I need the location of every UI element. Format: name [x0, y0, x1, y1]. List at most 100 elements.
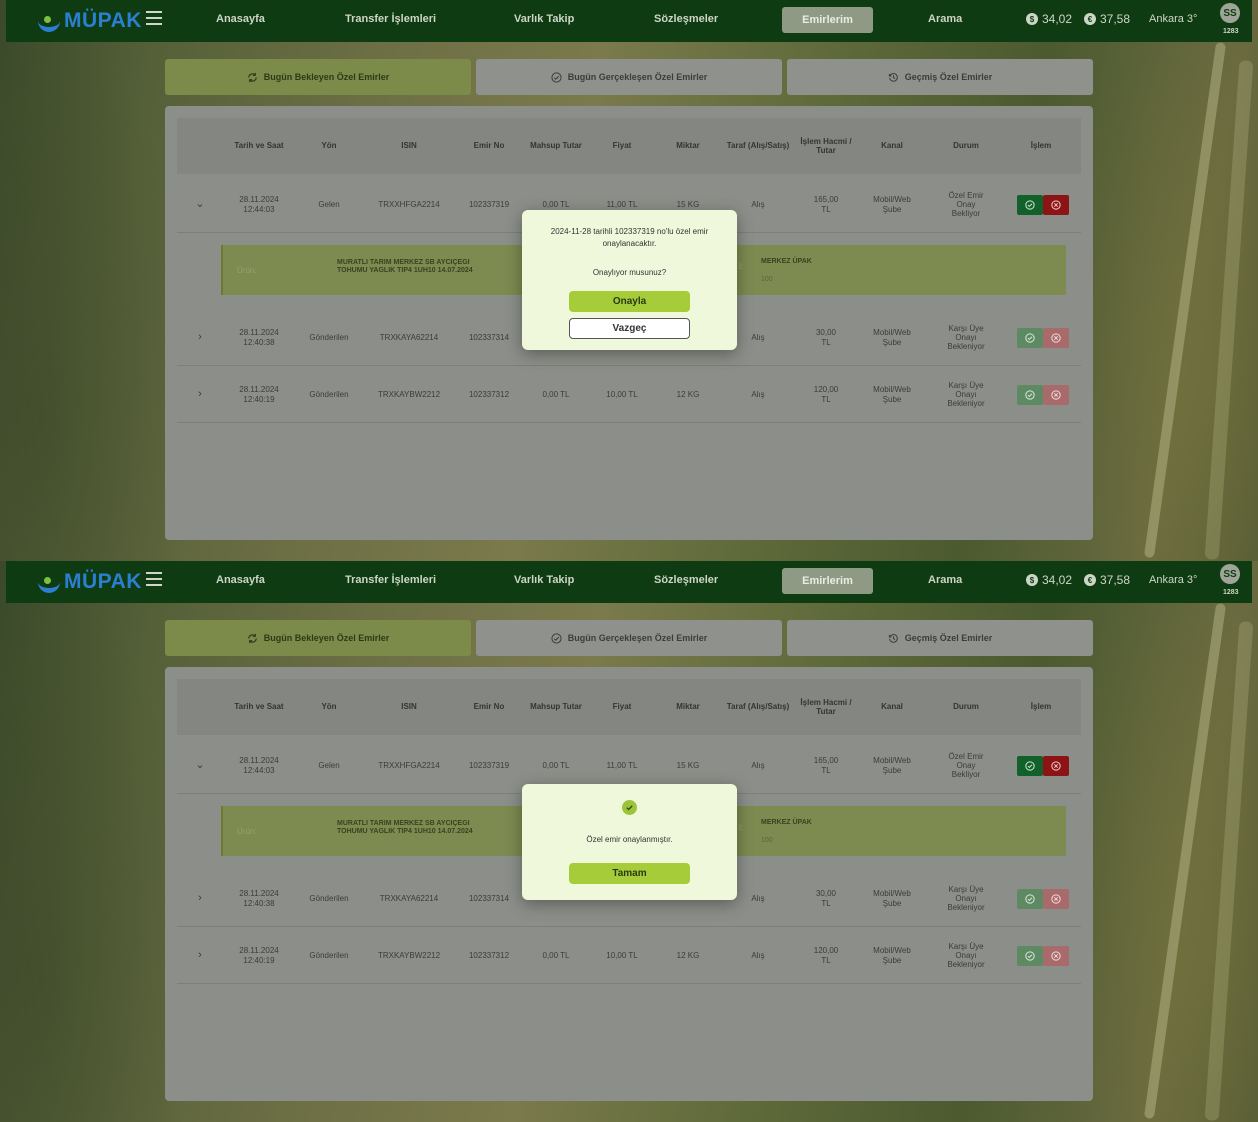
logo-text: MÜPAK — [64, 570, 142, 593]
volume-unit: TL — [821, 898, 831, 908]
nav-contracts[interactable]: Sözleşmeler — [654, 574, 718, 586]
chevron-right-icon[interactable]: › — [198, 331, 202, 344]
channel-line: Mobil/Web — [873, 385, 911, 395]
nav-search[interactable]: Arama — [928, 574, 962, 586]
reject-button[interactable] — [1043, 385, 1069, 405]
nav-search[interactable]: Arama — [928, 13, 962, 25]
confirm-button[interactable]: Onayla — [569, 291, 690, 312]
chevron-right-icon[interactable]: › — [198, 949, 202, 962]
brand-logo[interactable]: MÜPAK — [38, 9, 142, 33]
tab-completed-today[interactable]: Bugün Gerçekleşen Özel Emirler — [476, 59, 782, 95]
product-value: MURATLI TARIM MERKEZ SB AYCIÇEGI TOHUMU Y… — [337, 820, 473, 837]
col-offset: Mahsup Tutar — [530, 702, 582, 712]
channel-line: Şube — [882, 394, 902, 404]
channel-line: Mobil/Web — [873, 889, 911, 899]
cell-volume: 30,00 TL — [799, 309, 853, 366]
table-row[interactable]: › 28.11.2024 12:40:19 Gönderilen TRXKAYBW… — [177, 366, 1081, 423]
approve-button[interactable] — [1017, 385, 1043, 405]
success-message: Özel emir onaylanmıştır. — [586, 835, 673, 844]
ok-button[interactable]: Tamam — [569, 863, 690, 884]
top-navbar: MÜPAK Anasayfa Transfer İşlemleri Varlık… — [6, 0, 1252, 42]
check-circle-icon — [1025, 894, 1035, 904]
confirm-message: 2024-11-28 tarihli 102337319 no'lu özel … — [532, 226, 727, 249]
col-offset: Mahsup Tutar — [530, 141, 582, 151]
table-row[interactable]: › 28.11.2024 12:40:19 Gönderilen TRXKAYBW… — [177, 927, 1081, 984]
channel-line: Şube — [882, 955, 902, 965]
cell-date: 28.11.2024 12:40:38 — [227, 309, 291, 366]
hamburger-menu-icon[interactable] — [146, 11, 162, 25]
screen-confirm-state: MÜPAK Anasayfa Transfer İşlemleri Varlık… — [0, 0, 1258, 561]
status-line: Bekleniyor — [947, 399, 985, 409]
reject-button[interactable] — [1043, 889, 1069, 909]
col-status: Durum — [953, 702, 979, 712]
cell-status: Karşı Üye Onayı Bekleniyor — [929, 309, 1003, 366]
close-circle-icon — [1051, 894, 1061, 904]
eur-value: 37,58 — [1100, 12, 1131, 26]
cell-isin: TRXKAYBW2212 — [377, 950, 441, 960]
user-avatar[interactable]: SS — [1220, 564, 1240, 584]
tab-history[interactable]: Geçmiş Özel Emirler — [787, 59, 1093, 95]
volume-unit: TL — [821, 394, 831, 404]
status-line: Bekleniyor — [947, 903, 985, 913]
col-volume: İşlem Hacmi / Tutar — [800, 136, 852, 155]
cell-isin: TRXXHFGA2214 — [378, 199, 440, 209]
product-line: MURATLI TARIM MERKEZ SB AYCIÇEGI — [337, 259, 470, 266]
approve-button[interactable] — [1017, 889, 1043, 909]
col-side: Taraf (Alış/Satış) — [726, 141, 790, 151]
weather-info: Ankara 3° — [1149, 574, 1198, 586]
nav-asset-tracking[interactable]: Varlık Takip — [514, 13, 574, 25]
nav-contracts[interactable]: Sözleşmeler — [654, 13, 718, 25]
col-direction: Yön — [321, 702, 337, 712]
chevron-down-icon[interactable]: ⌄ — [195, 198, 204, 211]
tab-completed-today[interactable]: Bugün Gerçekleşen Özel Emirler — [476, 620, 782, 656]
volume-amount: 30,00 — [815, 328, 837, 338]
approve-button[interactable] — [1017, 328, 1043, 348]
status-line: Özel Emir — [948, 190, 984, 200]
chevron-right-icon[interactable]: › — [198, 892, 202, 905]
status-line: Özel Emir — [948, 751, 984, 761]
history-icon — [888, 72, 898, 82]
nav-home[interactable]: Anasayfa — [216, 574, 265, 586]
nav-transfer[interactable]: Transfer İşlemleri — [345, 13, 436, 25]
tab-pending-today[interactable]: Bugün Bekleyen Özel Emirler — [165, 59, 471, 95]
chevron-right-icon[interactable]: › — [198, 388, 202, 401]
col-volume: İşlem Hacmi / Tutar — [800, 697, 852, 716]
cell-channel: Mobil/Web Şube — [861, 927, 923, 984]
cell-isin: TRXKAYA62214 — [379, 893, 439, 903]
cancel-button[interactable]: Vazgeç — [569, 318, 690, 339]
col-action: İşlem — [1030, 141, 1052, 151]
col-quantity: Miktar — [676, 141, 700, 151]
tab-history[interactable]: Geçmiş Özel Emirler — [787, 620, 1093, 656]
tab-pending-today[interactable]: Bugün Bekleyen Özel Emirler — [165, 620, 471, 656]
nav-transfer[interactable]: Transfer İşlemleri — [345, 574, 436, 586]
reject-button[interactable] — [1043, 328, 1069, 348]
col-isin: ISIN — [401, 702, 417, 712]
detail-right-value: MERKEZ ÜPAK — [761, 258, 812, 265]
approve-button[interactable] — [1017, 195, 1043, 215]
approve-button[interactable] — [1017, 946, 1043, 966]
col-price: Fiyat — [612, 141, 632, 151]
weather-info: Ankara 3° — [1149, 13, 1198, 25]
nav-my-orders[interactable]: Emirlerim — [782, 568, 873, 594]
nav-home[interactable]: Anasayfa — [216, 13, 265, 25]
nav-my-orders[interactable]: Emirlerim — [782, 7, 873, 33]
volume-unit: TL — [821, 955, 831, 965]
hamburger-menu-icon[interactable] — [146, 572, 162, 586]
product-value: MURATLI TARIM MERKEZ SB AYCIÇEGI TOHUMU Y… — [337, 259, 473, 276]
reject-button[interactable] — [1043, 946, 1069, 966]
approve-button[interactable] — [1017, 756, 1043, 776]
close-circle-icon — [1051, 333, 1061, 343]
date-text: 28.11.2024 — [239, 385, 279, 395]
usd-rate: $34,02 — [1026, 573, 1072, 587]
status-line: Onayı — [955, 893, 977, 903]
detail-right-value2: 100 — [761, 837, 773, 844]
reject-button[interactable] — [1043, 195, 1069, 215]
usd-value: 34,02 — [1042, 573, 1073, 587]
nav-asset-tracking[interactable]: Varlık Takip — [514, 574, 574, 586]
chevron-down-icon[interactable]: ⌄ — [195, 759, 204, 772]
cell-isin: TRXKAYBW2212 — [377, 389, 441, 399]
user-avatar[interactable]: SS — [1220, 3, 1240, 23]
col-quantity: Miktar — [676, 702, 700, 712]
reject-button[interactable] — [1043, 756, 1069, 776]
brand-logo[interactable]: MÜPAK — [38, 570, 142, 594]
